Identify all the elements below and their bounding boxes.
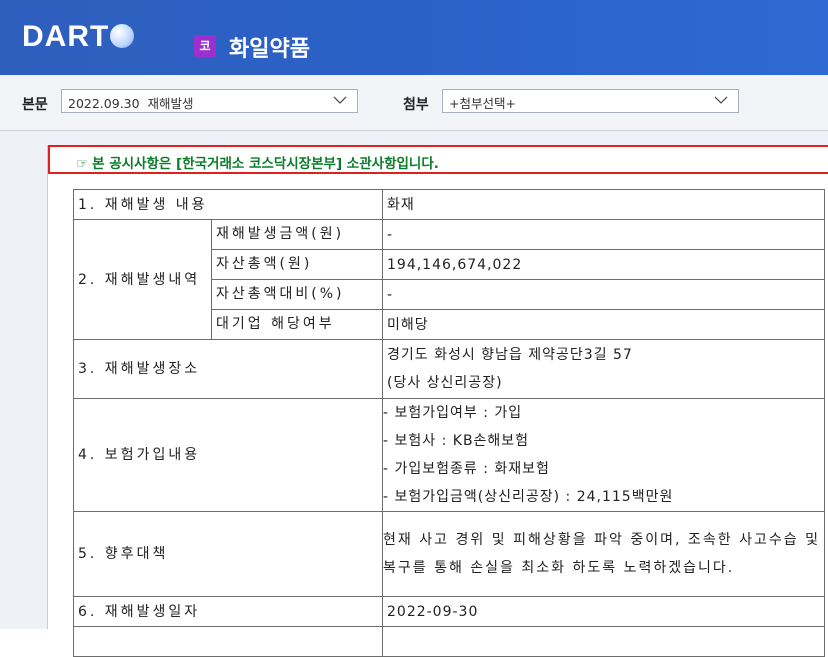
row-label: 2. 재해발생내역 [73, 219, 212, 340]
document-toolbar: 본문 2022.09.30 재해발생 첨부 +첨부선택+ [0, 75, 828, 131]
company-name: 화일약품 [229, 37, 310, 62]
app-header: DART 코 화일약품 [0, 0, 828, 75]
table-row: 5. 향후대책 현재 사고 경위 및 피해상황을 파악 중이며, 조속한 사고수… [73, 511, 825, 597]
table-row: 3. 재해발생장소 경기도 화성시 향남읍 제약공단3길 57 (당사 상신리공… [73, 339, 825, 399]
table-row [73, 626, 825, 657]
table-row: 2. 재해발생내역 재해발생금액(원) - [73, 219, 825, 340]
sub-label: 재해발생금액(원) [211, 219, 383, 250]
attachment-label: 첨부 [403, 97, 429, 113]
sub-label: 자산총액(원) [211, 249, 383, 280]
sub-label: 대기업 해당여부 [211, 309, 383, 340]
dart-logo[interactable]: DART [22, 20, 135, 54]
main-doc-select-value: 2022.09.30 재해발생 [68, 96, 194, 111]
attachment-select-value: +첨부선택+ [449, 96, 516, 111]
location-line: (당사 상신리공장) [387, 375, 503, 391]
row-value-empty [382, 626, 825, 657]
insurance-line: - 가입보험종류 : 화재보험 [383, 461, 550, 477]
row-value: 194,146,674,022 [382, 249, 825, 280]
jurisdiction-notice: ☞ 본 공시사항은 [한국거래소 코스닥시장본부] 소관사항입니다. [48, 145, 828, 174]
attachment-select[interactable]: +첨부선택+ [442, 89, 739, 113]
chevron-down-icon [333, 96, 347, 104]
row-value: - 보험가입여부 : 가입 - 보험사 : KB손해보험 - 가입보험종류 : … [382, 398, 825, 512]
row-label: 1. 재해발생 내용 [73, 189, 383, 220]
row-label: 5. 향후대책 [73, 511, 383, 597]
row-value: 현재 사고 경위 및 피해상황을 파악 중이며, 조속한 사고수습 및 복구를 … [382, 511, 825, 597]
insurance-line: - 보험가입여부 : 가입 [383, 405, 523, 421]
disclosure-table: 1. 재해발생 내용 화재 2. 재해발생내역 재해발생금액(원) - 자산총액… [73, 189, 825, 657]
market-badge: 코 [194, 35, 216, 57]
main-doc-select[interactable]: 2022.09.30 재해발생 [61, 89, 358, 113]
row-value: 화재 [382, 189, 825, 220]
insurance-line: - 보험가입금액(상신리공장) : 24,115백만원 [383, 489, 674, 505]
row-value: 2022-09-30 [382, 596, 825, 627]
row-label: 6. 재해발생일자 [73, 596, 383, 627]
insurance-line: - 보험사 : KB손해보험 [383, 433, 530, 449]
location-line: 경기도 화성시 향남읍 제약공단3길 57 [387, 347, 633, 363]
row-value: 미해당 [382, 309, 825, 340]
row-value: 경기도 화성시 향남읍 제약공단3길 57 (당사 상신리공장) [382, 339, 825, 399]
pointing-hand-icon: ☞ [76, 156, 89, 172]
table-row: 4. 보험가입내용 - 보험가입여부 : 가입 - 보험사 : KB손해보험 -… [73, 398, 825, 512]
document-panel: ☞ 본 공시사항은 [한국거래소 코스닥시장본부] 소관사항입니다. 1. 재해발… [47, 145, 828, 657]
notice-text: 본 공시사항은 [한국거래소 코스닥시장본부] 소관사항입니다. [92, 156, 439, 172]
chevron-down-icon [714, 96, 728, 104]
document-viewer: ☞ 본 공시사항은 [한국거래소 코스닥시장본부] 소관사항입니다. 1. 재해발… [0, 131, 828, 657]
main-doc-label: 본문 [22, 97, 48, 113]
logo-ball-icon [110, 24, 135, 48]
table-row: 1. 재해발생 내용 화재 [73, 189, 825, 220]
row-value: - [382, 219, 825, 250]
table-row: 6. 재해발생일자 2022-09-30 [73, 596, 825, 627]
row-value: - [382, 279, 825, 310]
row-label: 3. 재해발생장소 [73, 339, 383, 399]
row-label: 4. 보험가입내용 [73, 398, 383, 512]
sub-label: 자산총액대비(%) [211, 279, 383, 310]
logo-text: DART [22, 20, 110, 53]
row-label-empty [73, 626, 383, 657]
